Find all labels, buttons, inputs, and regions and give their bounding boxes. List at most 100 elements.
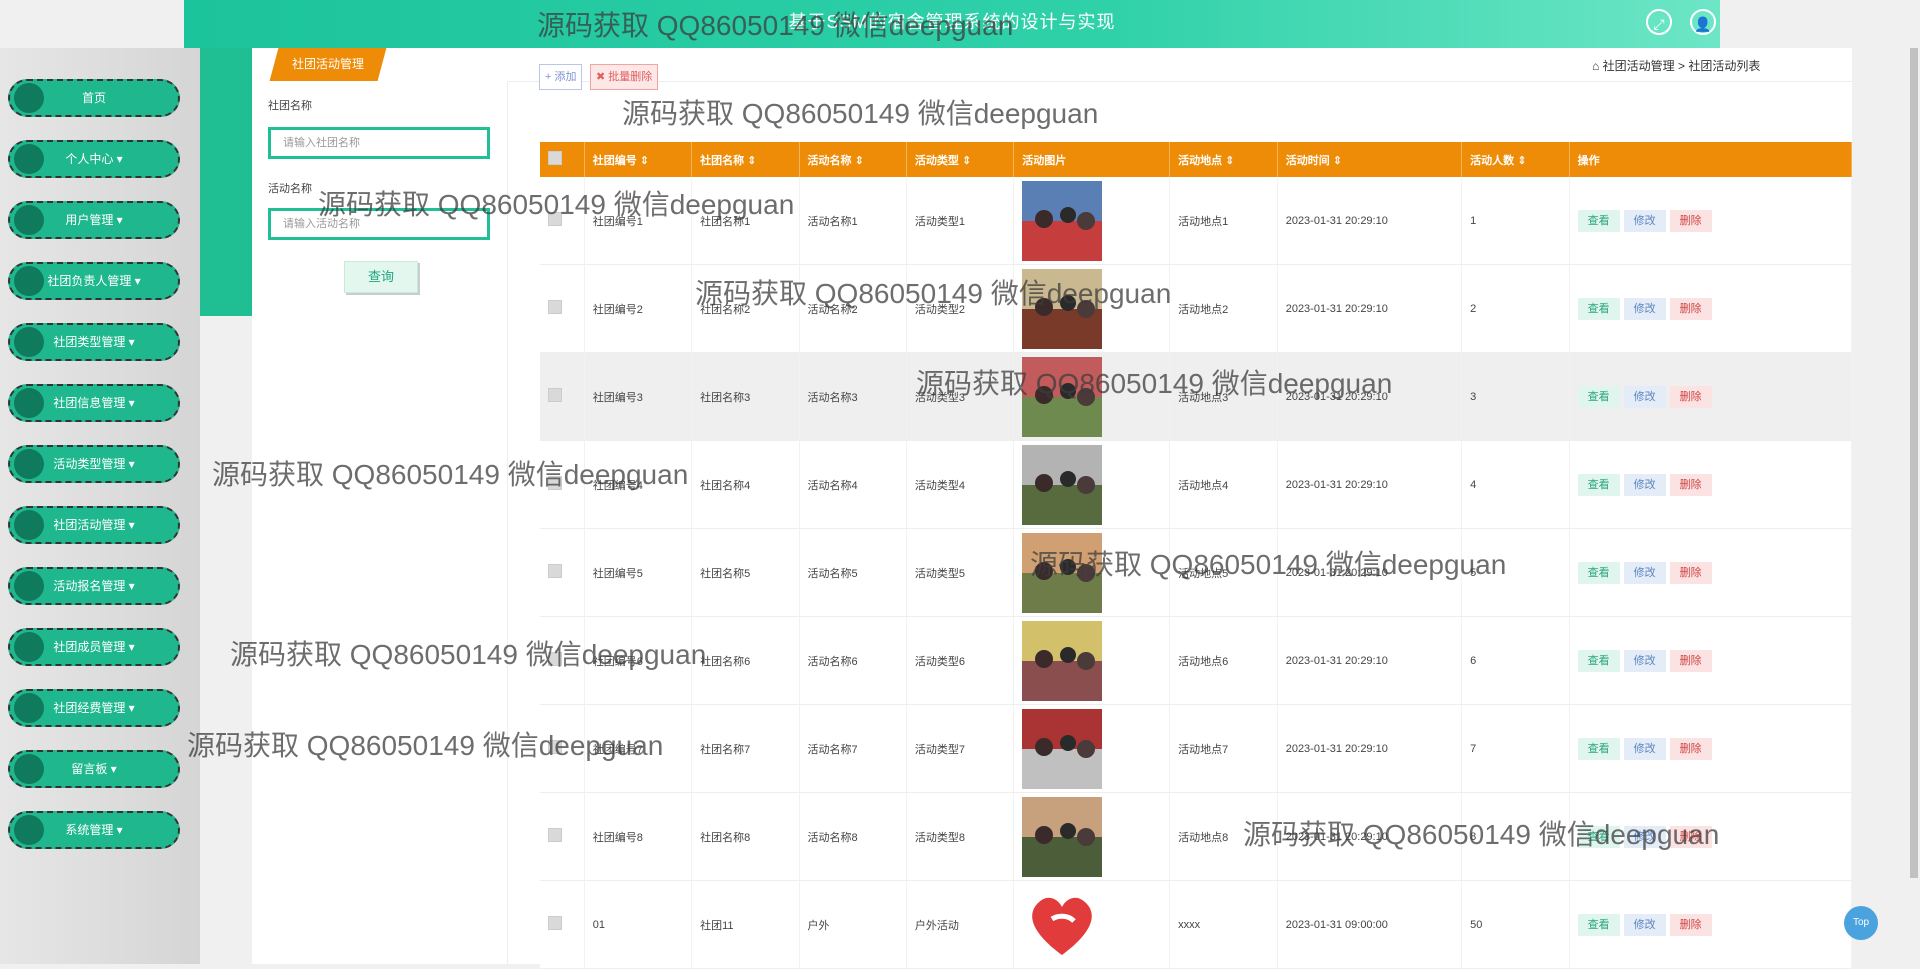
sidebar-item-registrations[interactable]: 活动报名管理 ▾ <box>8 567 180 605</box>
delete-button[interactable]: 删除 <box>1669 649 1712 672</box>
activity-image[interactable] <box>1022 620 1103 701</box>
activity-time-cell: 2023-01-31 20:29:10 <box>1277 440 1463 529</box>
scrollbar[interactable] <box>1908 48 1920 964</box>
sidebar-item-system[interactable]: 系统管理 ▾ <box>8 811 180 849</box>
edit-button[interactable]: 修改 <box>1623 649 1666 672</box>
row-select[interactable] <box>540 616 585 705</box>
select-all[interactable] <box>540 142 585 177</box>
row-select[interactable] <box>540 440 585 529</box>
edit-button[interactable]: 修改 <box>1623 825 1666 848</box>
fullscreen-icon[interactable]: ⤢ <box>1646 9 1672 35</box>
view-button[interactable]: 查看 <box>1577 473 1620 496</box>
activity-type-cell: 活动类型8 <box>906 792 1015 881</box>
view-button[interactable]: 查看 <box>1577 913 1620 936</box>
activity-name-input[interactable]: 请输入活动名称 <box>268 208 490 240</box>
activity-time: 2023-01-31 20:29:10 <box>1285 390 1388 403</box>
sidebar-item-home[interactable]: 首页 <box>8 79 180 117</box>
edit-button[interactable]: 修改 <box>1623 209 1666 232</box>
sidebar-item-club-activities[interactable]: 社团活动管理 ▾ <box>8 506 180 544</box>
delete-button[interactable]: 删除 <box>1669 473 1712 496</box>
edit-button[interactable]: 修改 <box>1623 473 1666 496</box>
row-select[interactable] <box>540 792 585 881</box>
activity-image[interactable] <box>1022 532 1103 613</box>
batch-delete-button[interactable]: ✖ 批量删除 <box>590 64 659 90</box>
sidebar-item-club-types[interactable]: 社团类型管理 ▾ <box>8 323 180 361</box>
row-checkbox[interactable] <box>548 564 562 578</box>
scrollbar-thumb[interactable] <box>1910 48 1918 878</box>
user-icon[interactable]: 👤 <box>1690 9 1716 35</box>
row-checkbox[interactable] <box>548 476 562 490</box>
row-select[interactable] <box>540 880 585 969</box>
edit-button[interactable]: 修改 <box>1623 385 1666 408</box>
row-checkbox[interactable] <box>548 388 562 402</box>
col-club-name[interactable]: 社团名称 ⇕ <box>691 142 800 177</box>
view-button[interactable]: 查看 <box>1577 209 1620 232</box>
activity-image[interactable] <box>1022 444 1103 525</box>
sidebar-item-members[interactable]: 社团成员管理 ▾ <box>8 628 180 666</box>
delete-button[interactable]: 删除 <box>1669 297 1712 320</box>
activity-place-cell: 活动地点5 <box>1169 528 1278 617</box>
row-select[interactable] <box>540 264 585 353</box>
row-checkbox[interactable] <box>548 300 562 314</box>
sidebar-item-funds[interactable]: 社团经费管理 ▾ <box>8 689 180 727</box>
row-checkbox[interactable] <box>548 828 562 842</box>
view-button[interactable]: 查看 <box>1577 297 1620 320</box>
delete-button[interactable]: 删除 <box>1669 825 1712 848</box>
home-icon[interactable]: ⌂ <box>1592 59 1599 73</box>
delete-button[interactable]: 删除 <box>1669 737 1712 760</box>
row-select[interactable] <box>540 528 585 617</box>
delete-button[interactable]: 删除 <box>1669 385 1712 408</box>
row-checkbox[interactable] <box>548 916 562 930</box>
activity-place-cell: 活动地点7 <box>1169 704 1278 793</box>
delete-button[interactable]: 删除 <box>1669 913 1712 936</box>
query-button[interactable]: 查询 <box>344 261 418 293</box>
col-activity-name[interactable]: 活动名称 ⇕ <box>799 142 907 177</box>
row-checkbox[interactable] <box>548 212 562 226</box>
col-club-code[interactable]: 社团编号 ⇕ <box>584 142 693 177</box>
view-button[interactable]: 查看 <box>1577 561 1620 584</box>
sidebar-item-users[interactable]: 用户管理 ▾ <box>8 201 180 239</box>
edit-button[interactable]: 修改 <box>1623 737 1666 760</box>
activity-place: 活动地点8 <box>1178 831 1229 844</box>
select-all-checkbox[interactable] <box>548 151 562 165</box>
sidebar-item-club-info[interactable]: 社团信息管理 ▾ <box>8 384 180 422</box>
sidebar-item-personal[interactable]: 个人中心 ▾ <box>8 140 180 178</box>
view-button[interactable]: 查看 <box>1577 737 1620 760</box>
sidebar-item-leaders[interactable]: 社团负责人管理 ▾ <box>8 262 180 300</box>
activity-image[interactable] <box>1022 356 1103 437</box>
activity-image[interactable] <box>1022 796 1103 877</box>
col-activity-count[interactable]: 活动人数 ⇕ <box>1461 142 1570 177</box>
activity-image[interactable] <box>1022 180 1103 261</box>
row-checkbox[interactable] <box>548 740 562 754</box>
edit-button[interactable]: 修改 <box>1623 913 1666 936</box>
back-to-top-button[interactable]: Top <box>1844 906 1878 940</box>
row-checkbox[interactable] <box>548 652 562 666</box>
activity-place-cell: 活动地点8 <box>1169 792 1278 881</box>
activity-image[interactable] <box>1022 884 1103 965</box>
sidebar-item-messages[interactable]: 留言板 ▾ <box>8 750 180 788</box>
add-button[interactable]: + 添加 <box>539 64 583 90</box>
view-button[interactable]: 查看 <box>1577 649 1620 672</box>
tab-club-activities[interactable]: 社团活动管理 <box>269 48 387 81</box>
row-actions: 查看 修改 删除 <box>1577 737 1843 760</box>
row-select[interactable] <box>540 704 585 793</box>
view-button[interactable]: 查看 <box>1577 385 1620 408</box>
col-activity-place[interactable]: 活动地点 ⇕ <box>1169 142 1278 177</box>
edit-button[interactable]: 修改 <box>1623 561 1666 584</box>
edit-button[interactable]: 修改 <box>1623 297 1666 320</box>
col-activity-time[interactable]: 活动时间 ⇕ <box>1277 142 1463 177</box>
club-name-input[interactable]: 请输入社团名称 <box>268 127 490 159</box>
row-actions: 查看 修改 删除 <box>1577 473 1843 496</box>
delete-button[interactable]: 删除 <box>1669 561 1712 584</box>
delete-button[interactable]: 删除 <box>1669 209 1712 232</box>
view-button[interactable]: 查看 <box>1577 825 1620 848</box>
row-select[interactable] <box>540 177 585 265</box>
activity-image[interactable] <box>1022 268 1103 349</box>
sidebar-item-activity-types[interactable]: 活动类型管理 ▾ <box>8 445 180 483</box>
activity-image[interactable] <box>1022 708 1103 789</box>
activity-time-cell: 2023-01-31 20:29:10 <box>1277 616 1463 705</box>
breadcrumb-home[interactable]: 社团活动管理 <box>1603 59 1675 73</box>
club-code-cell: 社团编号8 <box>584 792 693 881</box>
col-activity-type[interactable]: 活动类型 ⇕ <box>906 142 1015 177</box>
row-select[interactable] <box>540 352 585 441</box>
